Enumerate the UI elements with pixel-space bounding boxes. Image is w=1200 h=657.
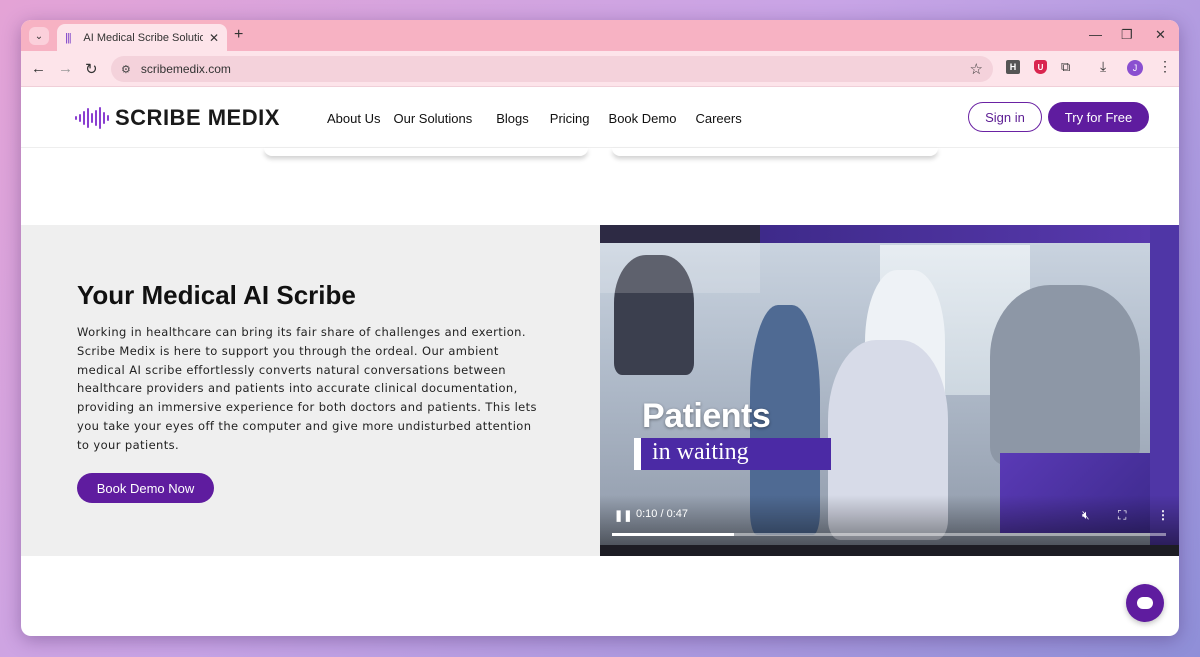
video-player[interactable]: Patients in waiting ❚❚ 0:10 / 0:47 🔇︎ ⛶ … [600,225,1179,556]
video-time: 0:10 / 0:47 [636,508,688,520]
browser-window: ⌄ ||| AI Medical Scribe Solution for H ✕… [21,20,1179,636]
video-progress-fill [612,533,734,536]
logo-text: SCRIBE MEDIX [115,105,280,130]
try-for-free-button[interactable]: Try for Free [1048,102,1149,132]
bookmark-star-icon[interactable]: ☆ [970,60,983,78]
profile-avatar[interactable]: J [1127,60,1143,76]
card-edge-left [264,148,588,156]
nav-pricing[interactable]: Pricing [550,111,590,126]
muted-icon[interactable]: 🔇︎ [1082,508,1090,523]
sign-in-button[interactable]: Sign in [968,102,1042,132]
site-header: SCRIBE MEDIX About Us Our Solutions Blog… [21,87,1179,148]
pause-icon[interactable]: ❚❚ [614,509,632,522]
video-person-3 [990,285,1140,465]
chat-button[interactable] [1126,584,1164,622]
logo-wave-icon [75,107,109,129]
video-menu-icon[interactable]: ⋮ [1157,508,1169,522]
fullscreen-icon[interactable]: ⛶ [1118,508,1126,523]
browser-menu-icon[interactable]: ⋮ [1158,58,1172,75]
next-section-heading [511,628,671,636]
book-demo-now-button[interactable]: Book Demo Now [77,473,214,503]
favicon-icon: ||| [65,31,72,44]
tab-strip: ⌄ ||| AI Medical Scribe Solution for H ✕… [21,20,1179,51]
video-caption-subtitle: in waiting [652,439,749,465]
video-caption-mark [634,438,641,470]
hero-section: Your Medical AI Scribe Working in health… [21,225,1179,556]
main-nav: About Us Our Solutions Blogs Pricing Boo… [327,111,742,126]
browser-toolbar: ← → ↻ ⚙ scribemedix.com ☆ H U ⧉ ⤓ J ⋮ [21,51,1179,87]
nav-book-demo[interactable]: Book Demo [609,111,677,126]
new-tab-button[interactable]: + [234,26,243,44]
minimize-button[interactable]: — [1089,27,1102,42]
url-text: scribemedix.com [140,62,231,76]
extensions-puzzle-icon[interactable]: ⧉ [1061,59,1070,75]
tab-title: AI Medical Scribe Solution for H [83,31,203,44]
video-purple-band [760,225,1179,243]
back-button[interactable]: ← [31,60,46,77]
close-window-button[interactable]: ✕ [1155,27,1166,43]
card-edge-right [612,148,938,156]
restore-button[interactable]: ❐ [1121,27,1133,43]
site-info-icon[interactable]: ⚙ [121,63,131,76]
site-logo[interactable]: SCRIBE MEDIX [75,105,280,131]
hero-title: Your Medical AI Scribe [77,280,356,310]
forward-button[interactable]: → [58,60,73,77]
extension-h-icon[interactable]: H [1006,60,1020,74]
extension-shield-icon[interactable]: U [1034,60,1047,74]
tab-active[interactable]: ||| AI Medical Scribe Solution for H ✕ [57,24,227,51]
nav-about-us[interactable]: About Us [327,111,380,126]
chat-icon [1137,597,1153,609]
video-overlay-panel [600,243,760,293]
hero-paragraph: Working in healthcare can bring its fair… [77,325,537,452]
video-progress-bar[interactable] [612,533,1166,536]
nav-blogs[interactable]: Blogs [496,111,529,126]
tab-search-button[interactable]: ⌄ [29,27,49,45]
address-bar[interactable]: ⚙ scribemedix.com ☆ [111,56,993,82]
nav-our-solutions[interactable]: Our Solutions [393,111,472,126]
video-bottom-bar [600,545,1179,556]
tab-close-icon[interactable]: ✕ [209,31,219,45]
nav-careers[interactable]: Careers [695,111,741,126]
download-icon[interactable]: ⤓ [1100,58,1106,75]
reload-button[interactable]: ↻ [85,60,98,78]
video-caption-title: Patients [642,397,771,435]
